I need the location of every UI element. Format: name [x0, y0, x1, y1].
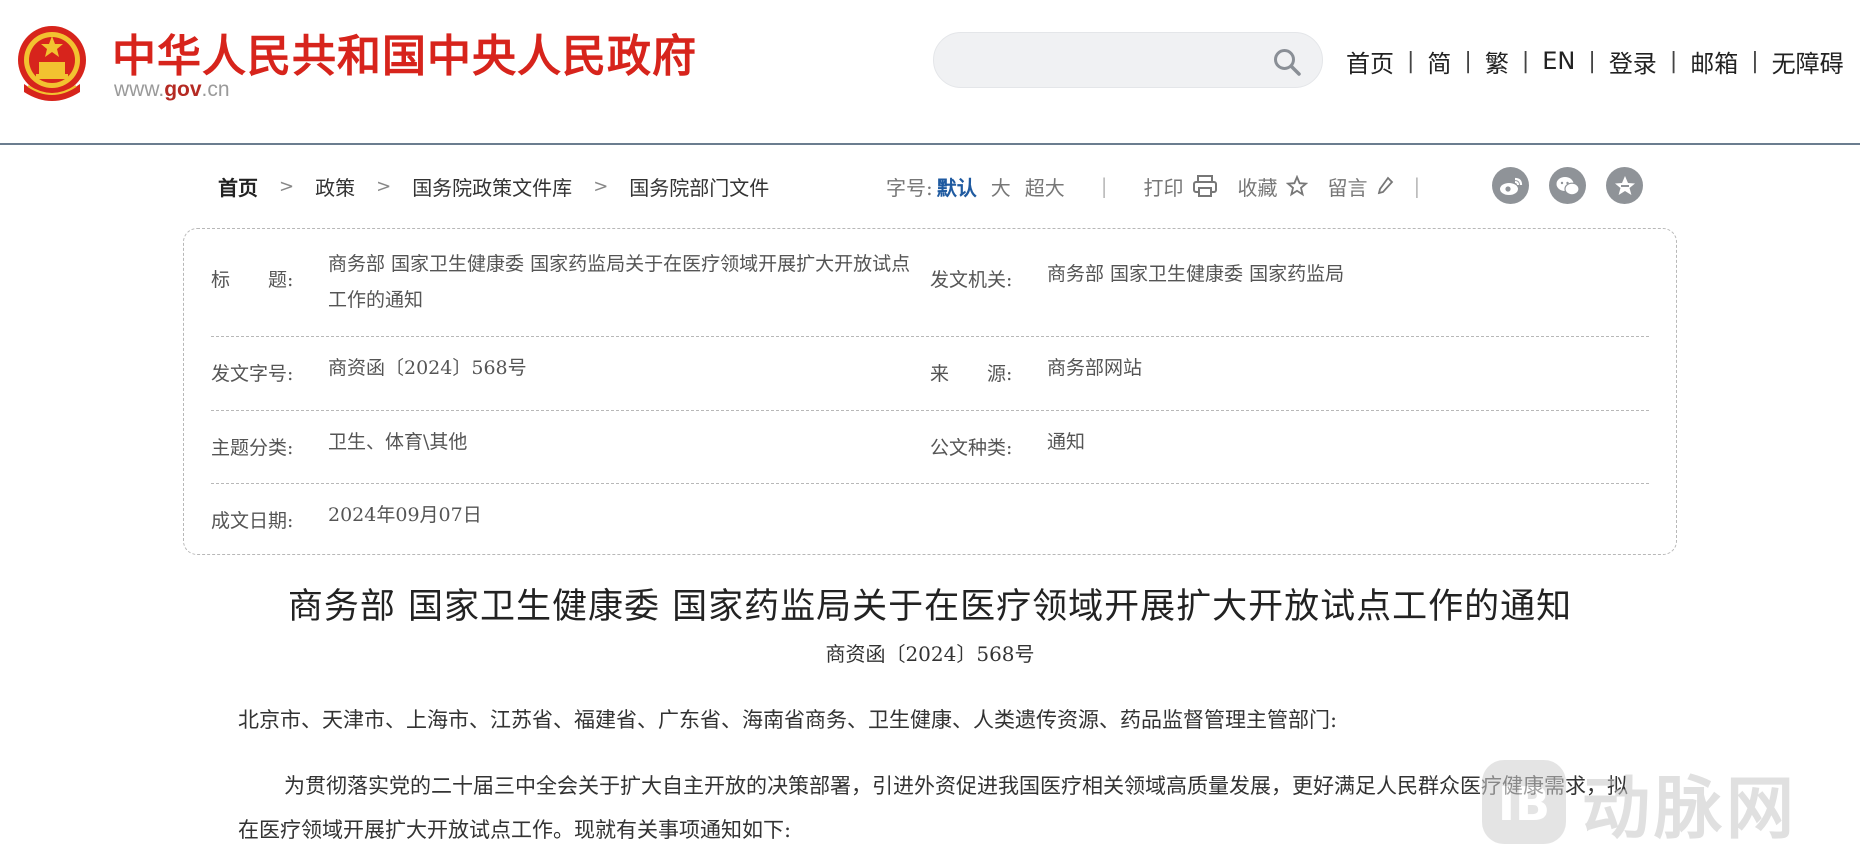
svg-text:IB: IB	[1498, 777, 1550, 831]
star-icon	[1285, 175, 1308, 197]
printer-icon	[1192, 175, 1217, 197]
font-size-label: 字号:	[886, 175, 933, 200]
info-row-date: 成文日期: 2024年09月07日	[211, 484, 1649, 554]
doc-number-value: 商资函〔2024〕568号	[328, 357, 527, 379]
favorite-label: 收藏	[1237, 175, 1278, 200]
site-name[interactable]: 中华人民共和国中央人民政府	[112, 20, 697, 84]
font-size-large[interactable]: 大	[991, 172, 1011, 201]
nav-mail[interactable]: 邮箱	[1690, 44, 1738, 79]
search-box	[933, 32, 1323, 88]
article-doc-number: 商资函〔2024〕568号	[825, 642, 1035, 666]
breadcrumb-department-docs[interactable]: 国务院部门文件	[629, 172, 769, 201]
site-url-prefix: www.	[114, 78, 165, 101]
article-addressees: 北京市、天津市、上海市、江苏省、福建省、广东省、海南省商务、卫生健康、人类遗传资…	[238, 708, 1338, 732]
date-value: 2024年09月07日	[328, 504, 482, 526]
qzone-star-icon	[1614, 175, 1635, 195]
info-row-title: 标 题: 商务部 国家卫生健康委 国家药监局关于在医疗领域开展扩大开放试点工作的…	[211, 229, 1649, 337]
chevron-right-icon: >	[279, 175, 295, 197]
doc-type-value: 通知	[1047, 431, 1086, 453]
issuer-value: 商务部 国家卫生健康委 国家药监局	[1047, 263, 1345, 285]
breadcrumb-policy[interactable]: 政策	[315, 172, 355, 201]
source-label: 来 源:	[930, 363, 1013, 385]
site-url-suffix: .cn	[201, 78, 230, 101]
watermark-logo-icon: IB	[1482, 760, 1566, 844]
nav-traditional[interactable]: 繁	[1485, 44, 1509, 79]
share-wechat-button[interactable]	[1549, 167, 1586, 204]
nav-simplified[interactable]: 简	[1427, 44, 1451, 79]
top-nav: 首页 | 简 | 繁 | EN | 登录 | 邮箱 | 无障碍	[1346, 44, 1844, 78]
wechat-icon	[1556, 176, 1580, 195]
print-button[interactable]: 打印	[1144, 172, 1218, 201]
chevron-right-icon: >	[376, 175, 392, 197]
breadcrumb-policy-library[interactable]: 国务院政策文件库	[412, 172, 572, 201]
chevron-right-icon: >	[593, 175, 609, 197]
watermark-text: 动脉网	[1582, 769, 1799, 849]
site-header: 中华人民共和国中央人民政府 www.gov.cn 首页 | 简 | 繁 | EN | 登…	[0, 0, 1860, 145]
nav-separator: |	[1751, 48, 1759, 74]
site-url[interactable]: www.gov.cn	[114, 78, 230, 102]
topic-value: 卫生、体育\其他	[328, 431, 468, 453]
national-emblem-icon[interactable]	[14, 22, 90, 102]
comment-button[interactable]: 留言	[1328, 172, 1394, 201]
nav-separator: |	[1669, 48, 1678, 74]
watermark: IB 动脉网	[1476, 752, 1860, 852]
topic-label: 主题分类:	[211, 437, 294, 459]
info-row-topic: 主题分类: 卫生、体育\其他 公文种类: 通知	[211, 411, 1649, 484]
article-tools: 字号: 默认 大 超大 | 打印 收藏 留言 |	[886, 170, 1456, 202]
info-row-doc-number: 发文字号: 商资函〔2024〕568号 来 源: 商务部网站	[211, 337, 1649, 411]
tools-divider: |	[1100, 174, 1108, 198]
weibo-icon	[1499, 177, 1522, 195]
search-icon[interactable]	[1272, 47, 1302, 77]
font-size-xlarge[interactable]: 超大	[1025, 172, 1065, 201]
nav-english[interactable]: EN	[1542, 47, 1575, 75]
date-label: 成文日期:	[211, 510, 294, 532]
source-value: 商务部网站	[1047, 357, 1143, 379]
breadcrumb-home[interactable]: 首页	[218, 172, 258, 201]
nav-separator: |	[1464, 48, 1472, 74]
nav-separator: |	[1521, 48, 1530, 74]
document-info-box: 标 题: 商务部 国家卫生健康委 国家药监局关于在医疗领域开展扩大开放试点工作的…	[183, 228, 1677, 555]
site-url-domain: gov	[164, 78, 202, 101]
title-label: 标 题:	[211, 269, 294, 291]
tools-divider: |	[1413, 174, 1421, 198]
pencil-icon	[1377, 176, 1393, 195]
print-label: 打印	[1143, 175, 1184, 200]
share-weibo-button[interactable]	[1492, 167, 1529, 204]
nav-login[interactable]: 登录	[1609, 44, 1657, 79]
comment-label: 留言	[1327, 175, 1368, 200]
title-value: 商务部 国家卫生健康委 国家药监局关于在医疗领域开展扩大开放试点工作的通知	[328, 253, 911, 311]
issuer-label: 发文机关:	[930, 269, 1013, 291]
breadcrumb: 首页 > 政策 > 国务院政策文件库 > 国务院部门文件	[218, 170, 769, 202]
share-qzone-button[interactable]	[1606, 167, 1643, 204]
font-size-default[interactable]: 默认	[937, 172, 977, 201]
nav-separator: |	[1588, 48, 1596, 74]
favorite-button[interactable]: 收藏	[1238, 172, 1308, 201]
article-paragraph: 为贯彻落实党的二十届三中全会关于扩大自主开放的决策部署，引进外资促进我国医疗相关…	[238, 774, 1628, 842]
nav-home[interactable]: 首页	[1346, 44, 1394, 79]
doc-number-label: 发文字号:	[211, 363, 294, 385]
nav-accessibility[interactable]: 无障碍	[1772, 44, 1844, 79]
doc-type-label: 公文种类:	[930, 437, 1013, 459]
nav-separator: |	[1407, 48, 1415, 74]
search-input[interactable]	[956, 33, 1256, 87]
article-title: 商务部 国家卫生健康委 国家药监局关于在医疗领域开展扩大开放试点工作的通知	[287, 587, 1573, 627]
